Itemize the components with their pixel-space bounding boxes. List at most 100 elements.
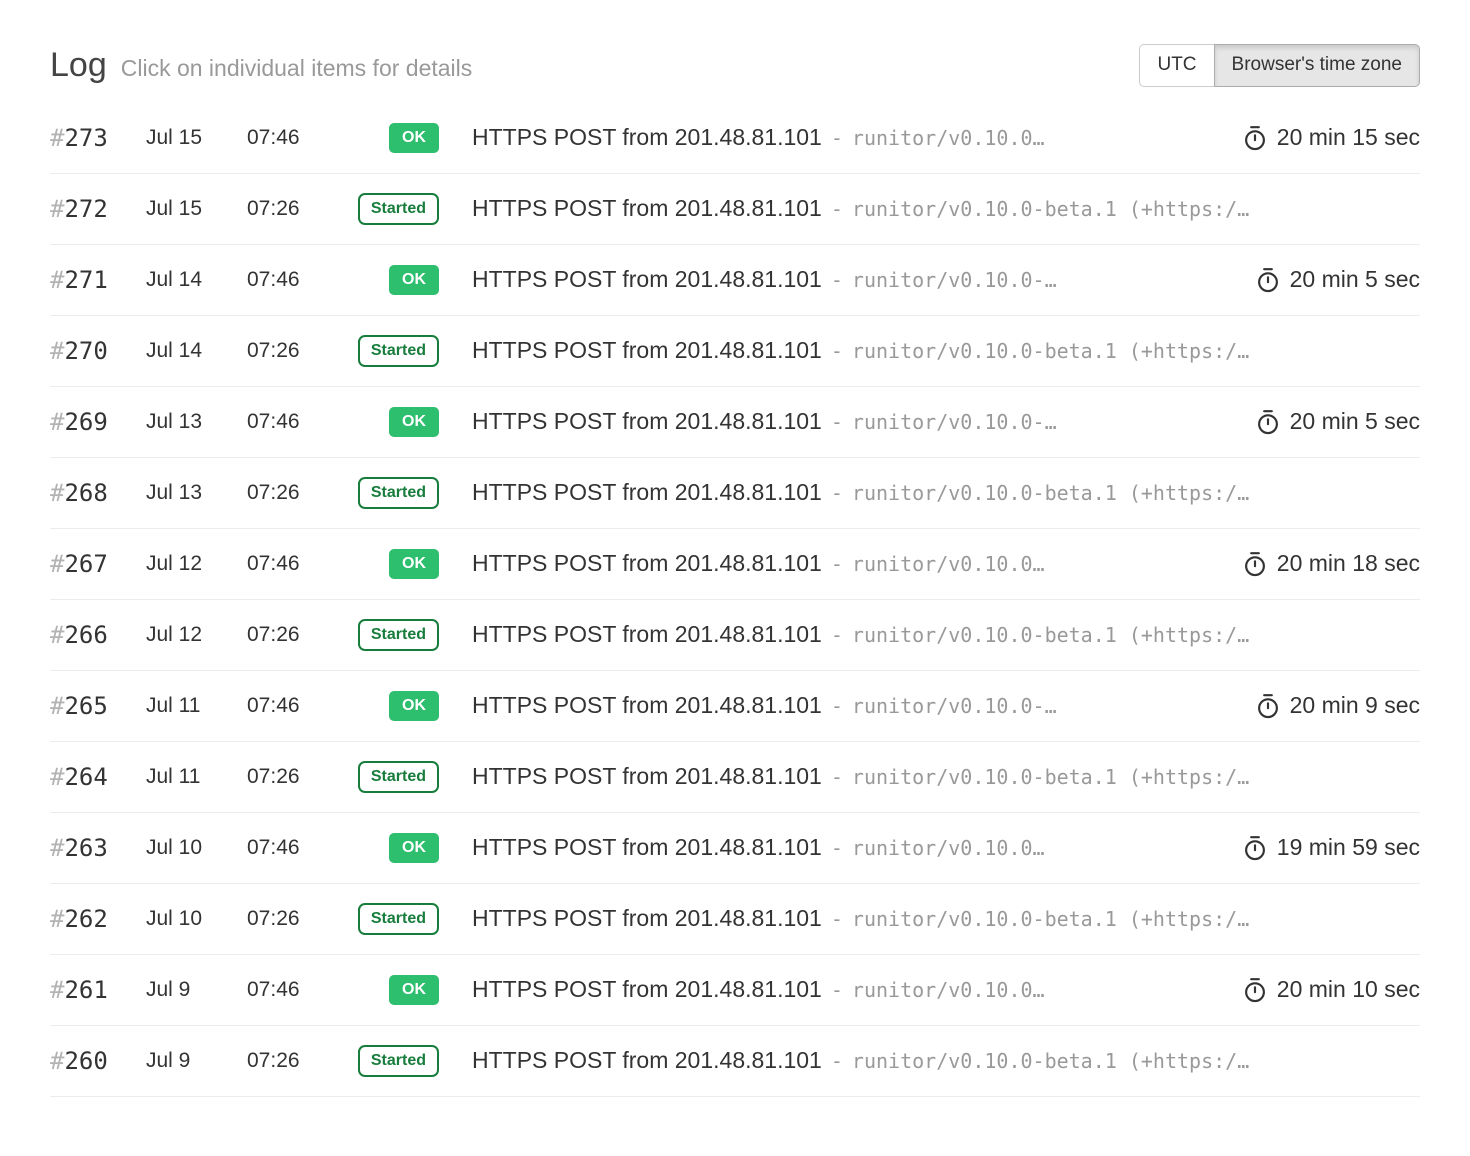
event-text: HTTPS POST from 201.48.81.101 bbox=[472, 124, 822, 150]
separator-dash: - bbox=[831, 623, 843, 647]
log-row[interactable]: #261 Jul 9 07:46 OK HTTPS POST from 201.… bbox=[50, 955, 1420, 1026]
event-description: HTTPS POST from 201.48.81.101-runitor/v0… bbox=[472, 550, 1226, 577]
event-id: #266 bbox=[50, 621, 146, 649]
user-agent-text: runitor/v0.10.0-… bbox=[852, 268, 1057, 292]
status-badge-cell: OK bbox=[326, 549, 439, 579]
status-badge: Started bbox=[358, 903, 439, 935]
log-row[interactable]: #266 Jul 12 07:26 Started HTTPS POST fro… bbox=[50, 600, 1420, 671]
status-badge: OK bbox=[389, 691, 439, 721]
event-date: Jul 12 bbox=[146, 552, 247, 576]
event-time: 07:26 bbox=[247, 907, 326, 931]
event-id: #262 bbox=[50, 905, 146, 933]
id-hash-prefix: # bbox=[50, 550, 64, 578]
event-date: Jul 9 bbox=[146, 978, 247, 1002]
log-row[interactable]: #268 Jul 13 07:26 Started HTTPS POST fro… bbox=[50, 458, 1420, 529]
utc-button[interactable]: UTC bbox=[1139, 44, 1214, 87]
duration-text: 20 min 10 sec bbox=[1277, 976, 1420, 1003]
user-agent-text: runitor/v0.10.0-… bbox=[852, 694, 1057, 718]
log-row[interactable]: #263 Jul 10 07:46 OK HTTPS POST from 201… bbox=[50, 813, 1420, 884]
id-number: 273 bbox=[64, 124, 107, 152]
id-number: 262 bbox=[64, 905, 107, 933]
event-text: HTTPS POST from 201.48.81.101 bbox=[472, 195, 822, 221]
user-agent-text: runitor/v0.10.0-beta.1 (+https:/… bbox=[852, 907, 1249, 931]
log-table: #273 Jul 15 07:46 OK HTTPS POST from 201… bbox=[50, 103, 1420, 1097]
event-date: Jul 13 bbox=[146, 481, 247, 505]
duration-text: 20 min 18 sec bbox=[1277, 550, 1420, 577]
event-time: 07:26 bbox=[247, 765, 326, 789]
status-badge-cell: Started bbox=[326, 903, 439, 935]
log-row[interactable]: #272 Jul 15 07:26 Started HTTPS POST fro… bbox=[50, 174, 1420, 245]
event-id: #261 bbox=[50, 976, 146, 1004]
separator-dash: - bbox=[831, 339, 843, 363]
log-row[interactable]: #270 Jul 14 07:26 Started HTTPS POST fro… bbox=[50, 316, 1420, 387]
event-time: 07:46 bbox=[247, 410, 326, 434]
event-description: HTTPS POST from 201.48.81.101-runitor/v0… bbox=[472, 905, 1420, 932]
user-agent-text: runitor/v0.10.0-beta.1 (+https:/… bbox=[852, 1049, 1249, 1073]
event-date: Jul 12 bbox=[146, 623, 247, 647]
event-text: HTTPS POST from 201.48.81.101 bbox=[472, 763, 822, 789]
page-title: Log bbox=[50, 46, 107, 85]
event-description: HTTPS POST from 201.48.81.101-runitor/v0… bbox=[472, 124, 1226, 151]
event-duration: 20 min 15 sec bbox=[1242, 124, 1420, 151]
event-time: 07:26 bbox=[247, 1049, 326, 1073]
log-row[interactable]: #260 Jul 9 07:26 Started HTTPS POST from… bbox=[50, 1026, 1420, 1097]
status-badge-cell: OK bbox=[326, 975, 439, 1005]
event-date: Jul 10 bbox=[146, 907, 247, 931]
id-number: 265 bbox=[64, 692, 107, 720]
log-row[interactable]: #265 Jul 11 07:46 OK HTTPS POST from 201… bbox=[50, 671, 1420, 742]
event-description: HTTPS POST from 201.48.81.101-runitor/v0… bbox=[472, 408, 1239, 435]
status-badge: OK bbox=[389, 407, 439, 437]
log-row[interactable]: #273 Jul 15 07:46 OK HTTPS POST from 201… bbox=[50, 103, 1420, 174]
log-row[interactable]: #264 Jul 11 07:26 Started HTTPS POST fro… bbox=[50, 742, 1420, 813]
event-time: 07:46 bbox=[247, 268, 326, 292]
status-badge-cell: OK bbox=[326, 407, 439, 437]
id-number: 266 bbox=[64, 621, 107, 649]
event-id: #273 bbox=[50, 124, 146, 152]
event-text: HTTPS POST from 201.48.81.101 bbox=[472, 976, 822, 1002]
event-date: Jul 13 bbox=[146, 410, 247, 434]
event-description: HTTPS POST from 201.48.81.101-runitor/v0… bbox=[472, 337, 1420, 364]
page-subtitle: Click on individual items for details bbox=[121, 55, 473, 82]
id-number: 269 bbox=[64, 408, 107, 436]
event-time: 07:46 bbox=[247, 836, 326, 860]
status-badge: Started bbox=[358, 761, 439, 793]
event-text: HTTPS POST from 201.48.81.101 bbox=[472, 408, 822, 434]
event-description: HTTPS POST from 201.48.81.101-runitor/v0… bbox=[472, 763, 1420, 790]
event-duration: 20 min 18 sec bbox=[1242, 550, 1420, 577]
separator-dash: - bbox=[831, 978, 843, 1002]
log-row[interactable]: #271 Jul 14 07:46 OK HTTPS POST from 201… bbox=[50, 245, 1420, 316]
event-text: HTTPS POST from 201.48.81.101 bbox=[472, 1047, 822, 1073]
id-hash-prefix: # bbox=[50, 408, 64, 436]
event-id: #267 bbox=[50, 550, 146, 578]
event-time: 07:46 bbox=[247, 552, 326, 576]
id-hash-prefix: # bbox=[50, 195, 64, 223]
id-hash-prefix: # bbox=[50, 763, 64, 791]
log-row[interactable]: #267 Jul 12 07:46 OK HTTPS POST from 201… bbox=[50, 529, 1420, 600]
status-badge-cell: Started bbox=[326, 477, 439, 509]
status-badge-cell: Started bbox=[326, 1045, 439, 1077]
event-text: HTTPS POST from 201.48.81.101 bbox=[472, 550, 822, 576]
status-badge: Started bbox=[358, 193, 439, 225]
status-badge: OK bbox=[389, 833, 439, 863]
user-agent-text: runitor/v0.10.0-beta.1 (+https:/… bbox=[852, 339, 1249, 363]
log-row[interactable]: #269 Jul 13 07:46 OK HTTPS POST from 201… bbox=[50, 387, 1420, 458]
event-text: HTTPS POST from 201.48.81.101 bbox=[472, 834, 822, 860]
event-description: HTTPS POST from 201.48.81.101-runitor/v0… bbox=[472, 621, 1420, 648]
id-hash-prefix: # bbox=[50, 905, 64, 933]
status-badge: OK bbox=[389, 265, 439, 295]
user-agent-text: runitor/v0.10.0-beta.1 (+https:/… bbox=[852, 765, 1249, 789]
timezone-toggle: UTC Browser's time zone bbox=[1139, 44, 1420, 87]
event-date: Jul 9 bbox=[146, 1049, 247, 1073]
separator-dash: - bbox=[831, 481, 843, 505]
event-text: HTTPS POST from 201.48.81.101 bbox=[472, 692, 822, 718]
event-time: 07:26 bbox=[247, 197, 326, 221]
user-agent-text: runitor/v0.10.0… bbox=[852, 978, 1045, 1002]
duration-text: 20 min 5 sec bbox=[1290, 408, 1420, 435]
event-id: #268 bbox=[50, 479, 146, 507]
event-id: #269 bbox=[50, 408, 146, 436]
user-agent-text: runitor/v0.10.0… bbox=[852, 126, 1045, 150]
browser-timezone-button[interactable]: Browser's time zone bbox=[1214, 44, 1420, 87]
log-row[interactable]: #262 Jul 10 07:26 Started HTTPS POST fro… bbox=[50, 884, 1420, 955]
event-description: HTTPS POST from 201.48.81.101-runitor/v0… bbox=[472, 195, 1420, 222]
event-description: HTTPS POST from 201.48.81.101-runitor/v0… bbox=[472, 479, 1420, 506]
